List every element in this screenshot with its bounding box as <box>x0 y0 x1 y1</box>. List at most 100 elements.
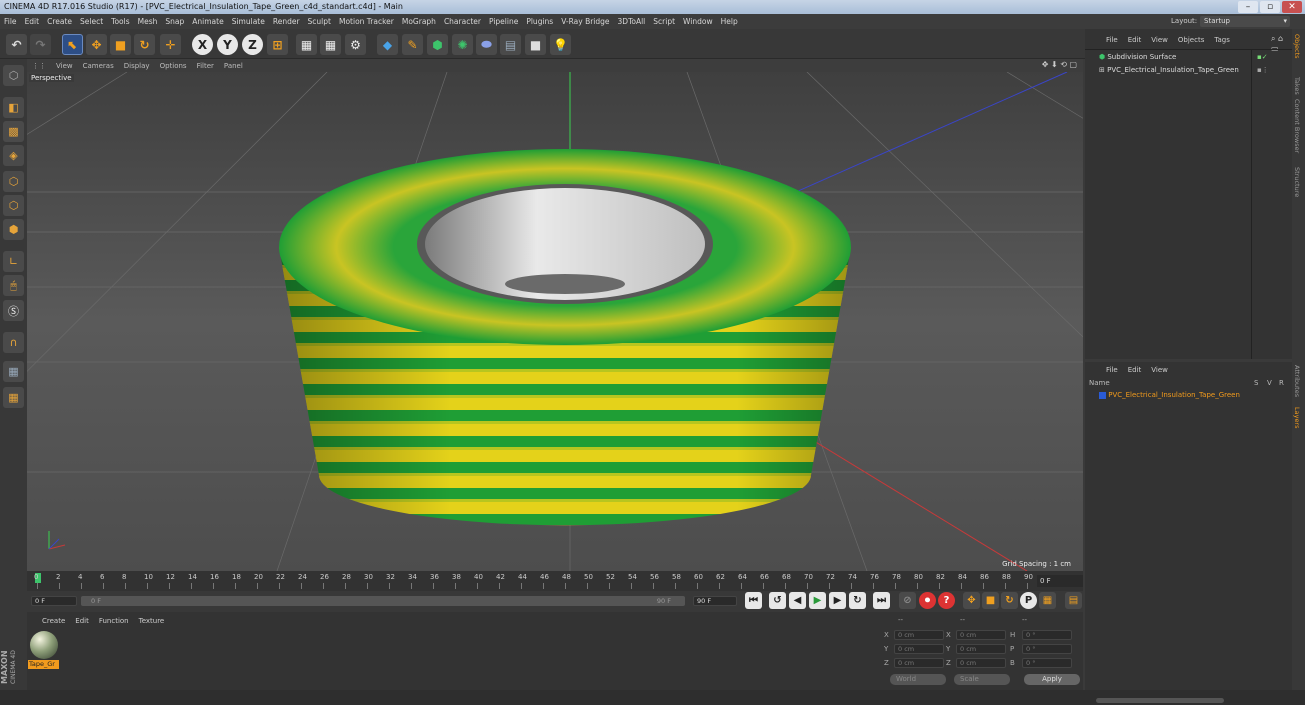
array-icon[interactable]: ✺ <box>452 34 473 55</box>
prev-frame-icon[interactable]: ◀ <box>789 592 806 609</box>
menu-help[interactable]: Help <box>717 14 742 29</box>
side-tab-structure[interactable]: Structure <box>1293 167 1301 197</box>
menu-window[interactable]: Window <box>679 14 717 29</box>
menu-tools[interactable]: Tools <box>107 14 133 29</box>
coord-value-field[interactable]: 0 cm <box>956 630 1006 640</box>
menu-pipeline[interactable]: Pipeline <box>485 14 522 29</box>
edges-mode-icon[interactable]: ⬡ <box>3 195 24 216</box>
menu-edit[interactable]: Edit <box>21 14 44 29</box>
coord-value-field[interactable]: 0 cm <box>956 658 1006 668</box>
start-frame-field[interactable]: 0 F <box>31 596 77 606</box>
subdivision-generator-icon[interactable]: ⬢ <box>427 34 448 55</box>
key-scale-icon[interactable]: ■ <box>982 592 999 609</box>
menu-character[interactable]: Character <box>440 14 485 29</box>
menu-motion-tracker[interactable]: Motion Tracker <box>335 14 398 29</box>
magnet-icon[interactable]: ∩ <box>3 332 24 353</box>
z-axis-lock-button[interactable]: Z <box>242 34 263 55</box>
move-tool-icon[interactable]: ✥ <box>86 34 107 55</box>
coordinate-mode-dropdown[interactable]: World <box>890 674 946 685</box>
menu-render[interactable]: Render <box>269 14 304 29</box>
camera-icon[interactable]: ■ <box>525 34 546 55</box>
material-menu-create[interactable]: Create <box>37 615 70 627</box>
object-subdivision-surface[interactable]: ⬢ Subdivision Surface <box>1099 51 1269 63</box>
scale-tool-icon[interactable]: ■ <box>110 34 131 55</box>
texture-mode-icon[interactable]: ▩ <box>3 121 24 142</box>
tape-roll-model[interactable] <box>279 149 851 526</box>
object-visibility-icons[interactable]: ▪✓ <box>1257 53 1268 61</box>
coord-value-field[interactable]: 0 ° <box>1022 658 1072 668</box>
material-menu-edit[interactable]: Edit <box>70 615 94 627</box>
x-axis-lock-button[interactable]: X <box>192 34 213 55</box>
polygons-mode-icon[interactable]: ⬢ <box>3 219 24 240</box>
layout-dropdown[interactable]: Startup ▾ <box>1200 16 1290 27</box>
coord-value-field[interactable]: 0 ° <box>1022 630 1072 640</box>
menu-sculpt[interactable]: Sculpt <box>304 14 335 29</box>
side-tab-takes[interactable]: Takes <box>1293 77 1301 95</box>
coord-value-field[interactable]: 0 cm <box>894 644 944 654</box>
material-thumbnail[interactable] <box>30 631 58 659</box>
cube-primitive-icon[interactable]: ◆ <box>377 34 398 55</box>
layer-row[interactable]: PVC_Electrical_Insulation_Tape_Green <box>1099 390 1289 401</box>
material-menu-function[interactable]: Function <box>94 615 134 627</box>
object-menu-file[interactable]: File <box>1101 34 1123 46</box>
points-mode-icon[interactable]: ⬡ <box>3 171 24 192</box>
play-icon[interactable]: ▶ <box>809 592 826 609</box>
pen-spline-icon[interactable]: ✎ <box>402 34 423 55</box>
menu-select[interactable]: Select <box>76 14 107 29</box>
coord-value-field[interactable]: 0 cm <box>894 630 944 640</box>
horizontal-scrollbar[interactable] <box>1096 698 1224 703</box>
end-frame-field[interactable]: 90 F <box>693 596 737 606</box>
timeline-ruler[interactable]: 0 2 4 6 8 10 12 14 16 18 20 22 24 26 28 30 32 34 36 38 40 42 4… <box>27 571 1083 591</box>
redo-icon[interactable]: ↷ <box>30 34 51 55</box>
deformer-icon[interactable]: ⬬ <box>476 34 497 55</box>
apply-button[interactable]: Apply <box>1024 674 1080 685</box>
viewport-nav-icons[interactable]: ✥ ⬇ ⟲ ▢ <box>1042 60 1077 69</box>
side-tab-layers[interactable]: Layers <box>1293 407 1301 429</box>
object-menu-view[interactable]: View <box>1146 34 1173 46</box>
locked-workplane-icon[interactable]: ▦ <box>3 361 24 382</box>
make-editable-icon[interactable]: ⬡ <box>3 65 24 86</box>
render-settings-icon[interactable]: ⚙ <box>345 34 366 55</box>
object-menu-edit[interactable]: Edit <box>1123 34 1147 46</box>
tweak-mode-icon[interactable]: 🖱 <box>3 275 24 296</box>
object-pvc-tape[interactable]: ⊞ PVC_Electrical_Insulation_Tape_Green <box>1099 64 1269 76</box>
light-icon[interactable]: 💡 <box>550 34 571 55</box>
floor-icon[interactable]: ▤ <box>500 34 521 55</box>
timeline-window-icon[interactable]: ▤ <box>1065 592 1082 609</box>
minimize-button[interactable]: – <box>1238 1 1258 13</box>
undo-icon[interactable]: ↶ <box>6 34 27 55</box>
key-position-icon[interactable]: ✥ <box>963 592 980 609</box>
menu-plugins[interactable]: Plugins <box>522 14 557 29</box>
y-axis-lock-button[interactable]: Y <box>217 34 238 55</box>
object-tag-icons[interactable]: ▪⋮ <box>1257 66 1269 74</box>
close-button[interactable]: ✕ <box>1282 1 1302 13</box>
coord-value-field[interactable]: 0 cm <box>956 644 1006 654</box>
add-tool-icon[interactable]: ✛ <box>160 34 181 55</box>
snap-icon[interactable]: Ⓢ <box>3 300 24 321</box>
coord-value-field[interactable]: 0 cm <box>894 658 944 668</box>
current-frame-field[interactable]: 0 F <box>1037 575 1083 587</box>
menu-snap[interactable]: Snap <box>161 14 188 29</box>
layer-menu-edit[interactable]: Edit <box>1123 364 1147 376</box>
keyframe-selection-icon[interactable]: ? <box>938 592 955 609</box>
menu-3dtoall[interactable]: 3DToAll <box>614 14 650 29</box>
record-keys-icon[interactable]: ⊘ <box>899 592 916 609</box>
autokey-icon[interactable]: ⏺ <box>919 592 936 609</box>
menu-mograph[interactable]: MoGraph <box>398 14 440 29</box>
prev-key-icon[interactable]: ↺ <box>769 592 786 609</box>
size-mode-dropdown[interactable]: Scale <box>954 674 1010 685</box>
planar-workplane-icon[interactable]: ▦ <box>3 387 24 408</box>
object-menu-objects[interactable]: Objects <box>1173 34 1209 46</box>
menu-script[interactable]: Script <box>649 14 679 29</box>
side-tab-content-browser[interactable]: Content Browser <box>1293 99 1301 153</box>
menu-mesh[interactable]: Mesh <box>134 14 162 29</box>
menu-create[interactable]: Create <box>43 14 76 29</box>
next-frame-icon[interactable]: ▶ <box>829 592 846 609</box>
menu-animate[interactable]: Animate <box>188 14 227 29</box>
menu-file[interactable]: File <box>0 14 21 29</box>
material-menu-texture[interactable]: Texture <box>134 615 170 627</box>
coordinate-system-icon[interactable]: ⊞ <box>267 34 288 55</box>
render-picture-viewer-icon[interactable]: ▦ <box>320 34 341 55</box>
layer-menu-file[interactable]: File <box>1101 364 1123 376</box>
key-parameter-icon[interactable]: P <box>1020 592 1037 609</box>
